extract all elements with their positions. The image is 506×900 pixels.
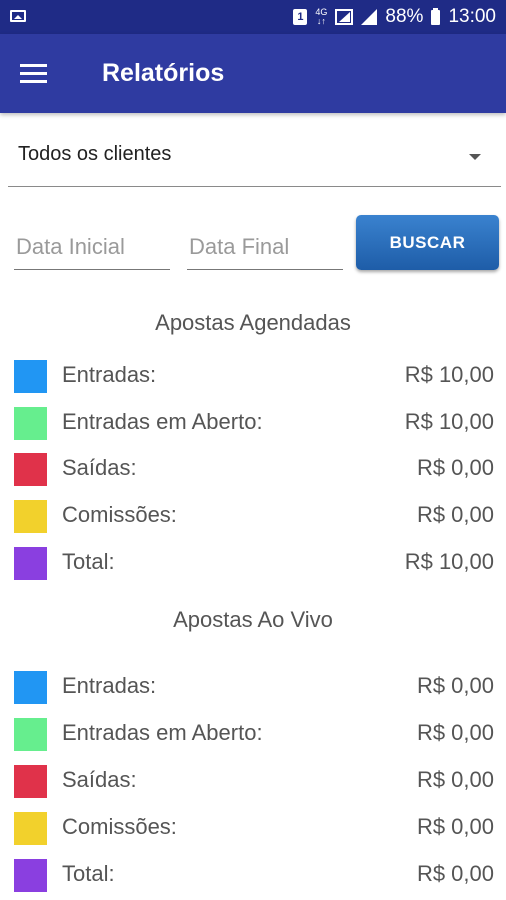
report-row-total: Total: R$ 10,00 <box>14 547 494 581</box>
entradas-aberto-color-swatch <box>14 407 47 440</box>
sim-card-icon: 1 <box>293 9 308 25</box>
row-value: R$ 0,00 <box>416 861 494 886</box>
report-row-entradas: Entradas: R$ 0,00 <box>14 671 494 705</box>
total-color-swatch <box>14 547 47 580</box>
row-value: R$ 0,00 <box>416 502 494 527</box>
row-value: R$ 0,00 <box>416 455 494 480</box>
comissoes-color-swatch <box>14 812 47 845</box>
section-title-ao-vivo: Apostas Ao Vivo <box>173 607 333 632</box>
row-value: R$ 0,00 <box>416 814 494 839</box>
dropdown-arrow-icon <box>469 154 481 160</box>
date-end-input[interactable] <box>187 224 343 270</box>
clock: 13:00 <box>448 6 496 27</box>
app-bar: Relatórios <box>0 34 506 113</box>
date-start-input[interactable] <box>14 224 170 270</box>
row-value: R$ 10,00 <box>404 362 494 387</box>
row-label: Entradas: <box>62 362 157 387</box>
saidas-color-swatch <box>14 765 47 798</box>
entradas-color-swatch <box>14 671 47 704</box>
cell-signal-icon <box>361 9 378 25</box>
row-label: Total: <box>62 861 115 886</box>
row-value: R$ 0,00 <box>416 767 494 792</box>
report-row-comissoes: Comissões: R$ 0,00 <box>14 812 494 846</box>
row-value: R$ 10,00 <box>404 409 494 434</box>
network-type-icon: 4G ↓↑ <box>315 7 328 26</box>
row-label: Entradas em Aberto: <box>62 720 263 745</box>
battery-icon <box>431 7 441 25</box>
row-label: Saídas: <box>62 767 137 792</box>
section-title-agendadas: Apostas Agendadas <box>155 310 351 335</box>
report-row-entradas: Entradas: R$ 10,00 <box>14 360 494 394</box>
row-label: Entradas: <box>62 673 157 698</box>
row-label: Saídas: <box>62 455 137 480</box>
row-value: R$ 0,00 <box>416 673 494 698</box>
hamburger-menu-icon[interactable] <box>20 64 47 84</box>
client-dropdown-value: Todos os clientes <box>18 143 172 165</box>
saidas-color-swatch <box>14 453 47 486</box>
report-row-entradas-aberto: Entradas em Aberto: R$ 0,00 <box>14 718 494 752</box>
row-label: Total: <box>62 549 115 574</box>
gallery-notification-icon <box>10 10 26 22</box>
report-row-saidas: Saídas: R$ 0,00 <box>14 765 494 799</box>
wifi-signal-icon <box>335 9 354 25</box>
comissoes-color-swatch <box>14 500 47 533</box>
row-label: Entradas em Aberto: <box>62 409 263 434</box>
report-row-saidas: Saídas: R$ 0,00 <box>14 453 494 487</box>
report-row-entradas-aberto: Entradas em Aberto: R$ 10,00 <box>14 407 494 441</box>
search-button[interactable]: BUSCAR <box>356 215 499 270</box>
row-label: Comissões: <box>62 814 177 839</box>
total-color-swatch <box>14 859 47 892</box>
row-value: R$ 10,00 <box>404 549 494 574</box>
report-row-comissoes: Comissões: R$ 0,00 <box>14 500 494 534</box>
entradas-color-swatch <box>14 360 47 393</box>
status-bar: 1 4G ↓↑ 88% 13:00 <box>0 0 506 34</box>
client-dropdown[interactable]: Todos os clientes <box>8 132 501 187</box>
status-icons: 1 4G ↓↑ 88% 13:00 <box>293 0 496 34</box>
row-label: Comissões: <box>62 502 177 527</box>
battery-percent: 88% <box>385 6 424 27</box>
page-title: Relatórios <box>102 59 225 87</box>
row-value: R$ 0,00 <box>416 720 494 745</box>
report-row-total: Total: R$ 0,00 <box>14 859 494 893</box>
entradas-aberto-color-swatch <box>14 718 47 751</box>
